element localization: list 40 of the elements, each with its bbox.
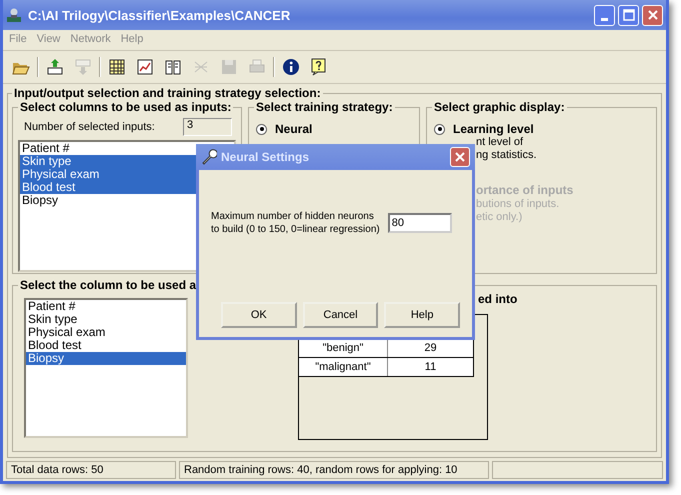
close-button[interactable] — [642, 4, 663, 26]
group-title: Select graphic display: — [433, 100, 566, 114]
table-cell: "malignant" — [299, 358, 388, 376]
close-icon — [646, 9, 658, 21]
maximize-icon — [622, 9, 634, 21]
maximize-button[interactable] — [618, 4, 639, 26]
radio-button[interactable]: Learning level — [434, 122, 534, 136]
minimize-button[interactable] — [594, 4, 615, 26]
list-item[interactable]: Biopsy — [26, 352, 186, 365]
count-field: 3 — [183, 118, 232, 136]
list-item[interactable]: Patient # — [26, 300, 186, 313]
option-description: etic only.) — [476, 211, 522, 224]
list-item[interactable]: Skin type — [26, 313, 186, 326]
option-description: ng statistics. — [476, 149, 537, 162]
status-text: Total data rows: 50 — [6, 461, 176, 479]
option-description: butions of inputs. — [476, 198, 560, 211]
group-title: Select the column to be used a — [19, 278, 198, 292]
group-title: Select columns to be used as inputs: — [19, 100, 232, 114]
dialog-button[interactable]: Help — [384, 302, 460, 328]
neurons-input[interactable]: 80 — [388, 213, 452, 233]
group-title: Select training strategy: — [255, 100, 394, 114]
app-icon — [6, 7, 22, 23]
close-icon — [454, 151, 466, 163]
field-label: Number of selected inputs: — [24, 121, 155, 133]
dialog-button[interactable]: OK — [221, 302, 297, 328]
radio-button[interactable]: Neural — [256, 122, 414, 136]
list-item[interactable]: Blood test — [26, 339, 186, 352]
dialog-button[interactable]: Cancel — [302, 302, 378, 328]
list-item[interactable]: Physical exam — [26, 326, 186, 339]
status-text: Random training rows: 40, random rows for applying: 10 — [179, 461, 489, 479]
table-cell-text: 29 — [423, 341, 438, 356]
minimize-icon — [601, 18, 608, 20]
section-title: ed into — [478, 292, 518, 306]
option-description: nt level of — [476, 136, 524, 149]
group-title: Input/output selection and training strategy selection: — [13, 86, 322, 100]
option-label: ortance of inputs — [476, 182, 574, 198]
output-list[interactable]: Patient # Skin type Physical exam Blood test Biopsy — [24, 298, 188, 438]
table-cell-text: 11 — [424, 360, 438, 375]
close-button[interactable] — [450, 147, 470, 167]
window-title: C:\AI Trilogy\Classifier\Examples\CANCER — [28, 8, 292, 22]
